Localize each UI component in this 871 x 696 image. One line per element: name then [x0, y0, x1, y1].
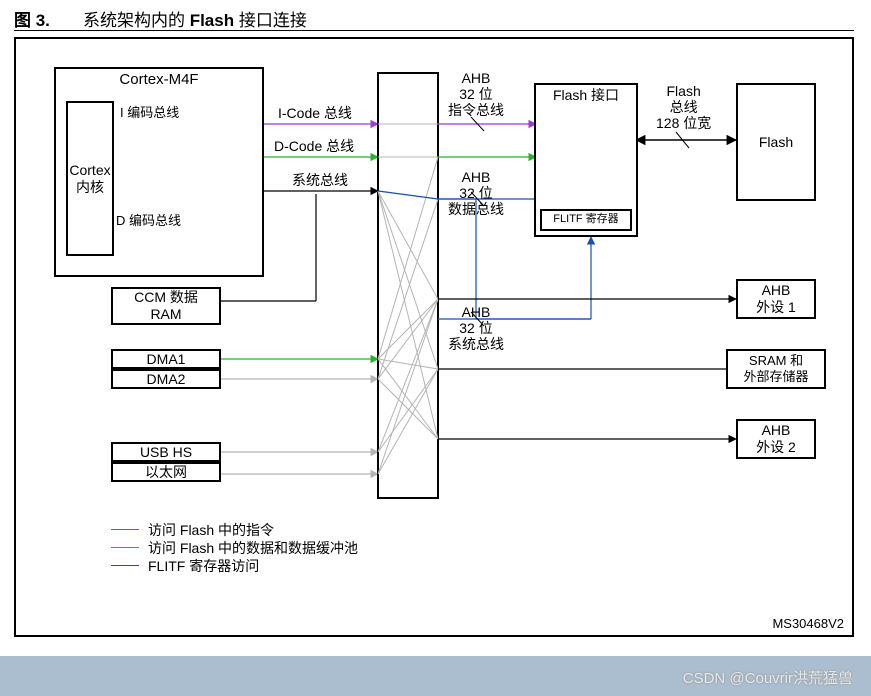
legend-blue-line — [111, 565, 139, 566]
figure-title: 图 3. 系统架构内的 Flash 接口连接 — [14, 6, 307, 31]
ccm-l1: CCM 数据 — [134, 289, 198, 306]
ahb-instr-label: AHB 32 位 指令总线 — [448, 70, 504, 118]
usb-hs-label: USB HS — [140, 444, 192, 461]
ahb-periph2-block: AHB 外设 2 — [736, 419, 816, 459]
cortex-m4f-label: Cortex-M4F — [119, 69, 198, 89]
ccm-ram-block: CCM 数据 RAM — [111, 287, 221, 325]
ahb-sys-l1: AHB — [462, 304, 491, 320]
figure-number: 图 3. — [14, 11, 50, 30]
cortex-core-block: Cortex 内核 — [66, 101, 114, 256]
legend-green-line — [111, 547, 139, 548]
ahb-data-l2: 32 位 — [459, 185, 492, 201]
flash-interface-label: Flash 接口 — [553, 85, 619, 104]
flash-bus-l1: Flash — [667, 83, 701, 99]
cortex-core-l1: Cortex — [69, 162, 110, 179]
sram-l1: SRAM 和 — [749, 353, 803, 369]
watermark-text: CSDN @Couvrir洪荒猛兽 — [683, 667, 853, 688]
usb-hs-block: USB HS — [111, 442, 221, 462]
diagram-frame: Cortex-M4F Cortex 内核 I 编码总线 D 编码总线 I-Cod… — [14, 37, 854, 637]
legend-purple-line — [111, 529, 139, 530]
dma2-label: DMA2 — [147, 371, 186, 388]
dma1-block: DMA1 — [111, 349, 221, 369]
legend-purple-text: 访问 Flash 中的指令 — [148, 520, 274, 540]
ethernet-block: 以太网 — [111, 462, 221, 482]
legend-blue-text: FLITF 寄存器访问 — [148, 556, 259, 576]
ahb-instr-l1: AHB — [462, 70, 491, 86]
cortex-core-l2: 内核 — [76, 179, 104, 196]
flash-bus-l3: 128 位宽 — [656, 115, 711, 131]
flash-bus-l2: 总线 — [670, 99, 698, 115]
ahb-sys-l3: 系统总线 — [448, 336, 504, 352]
flash-bus-label: Flash 总线 128 位宽 — [656, 83, 711, 131]
ahb-instr-l2: 32 位 — [459, 86, 492, 102]
document-id: MS30468V2 — [772, 616, 844, 631]
ahb-periph2-l2: 外设 2 — [756, 439, 796, 456]
flash-label: Flash — [759, 134, 793, 151]
ccm-l2: RAM — [150, 306, 181, 323]
d-code-internal-label: D 编码总线 — [116, 214, 181, 229]
dma2-block: DMA2 — [111, 369, 221, 389]
ethernet-label: 以太网 — [145, 464, 187, 481]
ahb-periph1-l1: AHB — [762, 282, 791, 299]
title-bold: Flash — [190, 11, 239, 30]
ahb-periph2-l1: AHB — [762, 422, 791, 439]
dcode-bus-label: D-Code 总线 — [274, 138, 354, 154]
title-part: 系统架构内的 — [83, 11, 190, 30]
legend-green-text: 访问 Flash 中的数据和数据缓冲池 — [148, 538, 358, 558]
i-code-internal-label: I 编码总线 — [120, 106, 179, 121]
ahb-data-l3: 数据总线 — [448, 201, 504, 217]
ahb-data-l1: AHB — [462, 169, 491, 185]
flitf-register-label: FLITF 寄存器 — [553, 213, 618, 226]
ahb-periph1-block: AHB 外设 1 — [736, 279, 816, 319]
ahb-instr-l3: 指令总线 — [448, 102, 504, 118]
sram-l2: 外部存储器 — [743, 369, 808, 385]
dma1-label: DMA1 — [147, 351, 186, 368]
system-bus-label: 系统总线 — [292, 172, 348, 188]
title-underline — [14, 30, 854, 31]
title-suffix: 接口连接 — [239, 11, 307, 30]
sram-block: SRAM 和 外部存储器 — [726, 349, 826, 389]
icode-bus-label: I-Code 总线 — [278, 105, 352, 121]
flash-block: Flash — [736, 83, 816, 201]
ahb-data-label: AHB 32 位 数据总线 — [448, 169, 504, 217]
ahb-periph1-l2: 外设 1 — [756, 299, 796, 316]
ahb-sys-l2: 32 位 — [459, 320, 492, 336]
flitf-register-block: FLITF 寄存器 — [540, 209, 632, 231]
ahb-sys-label: AHB 32 位 系统总线 — [448, 304, 504, 352]
